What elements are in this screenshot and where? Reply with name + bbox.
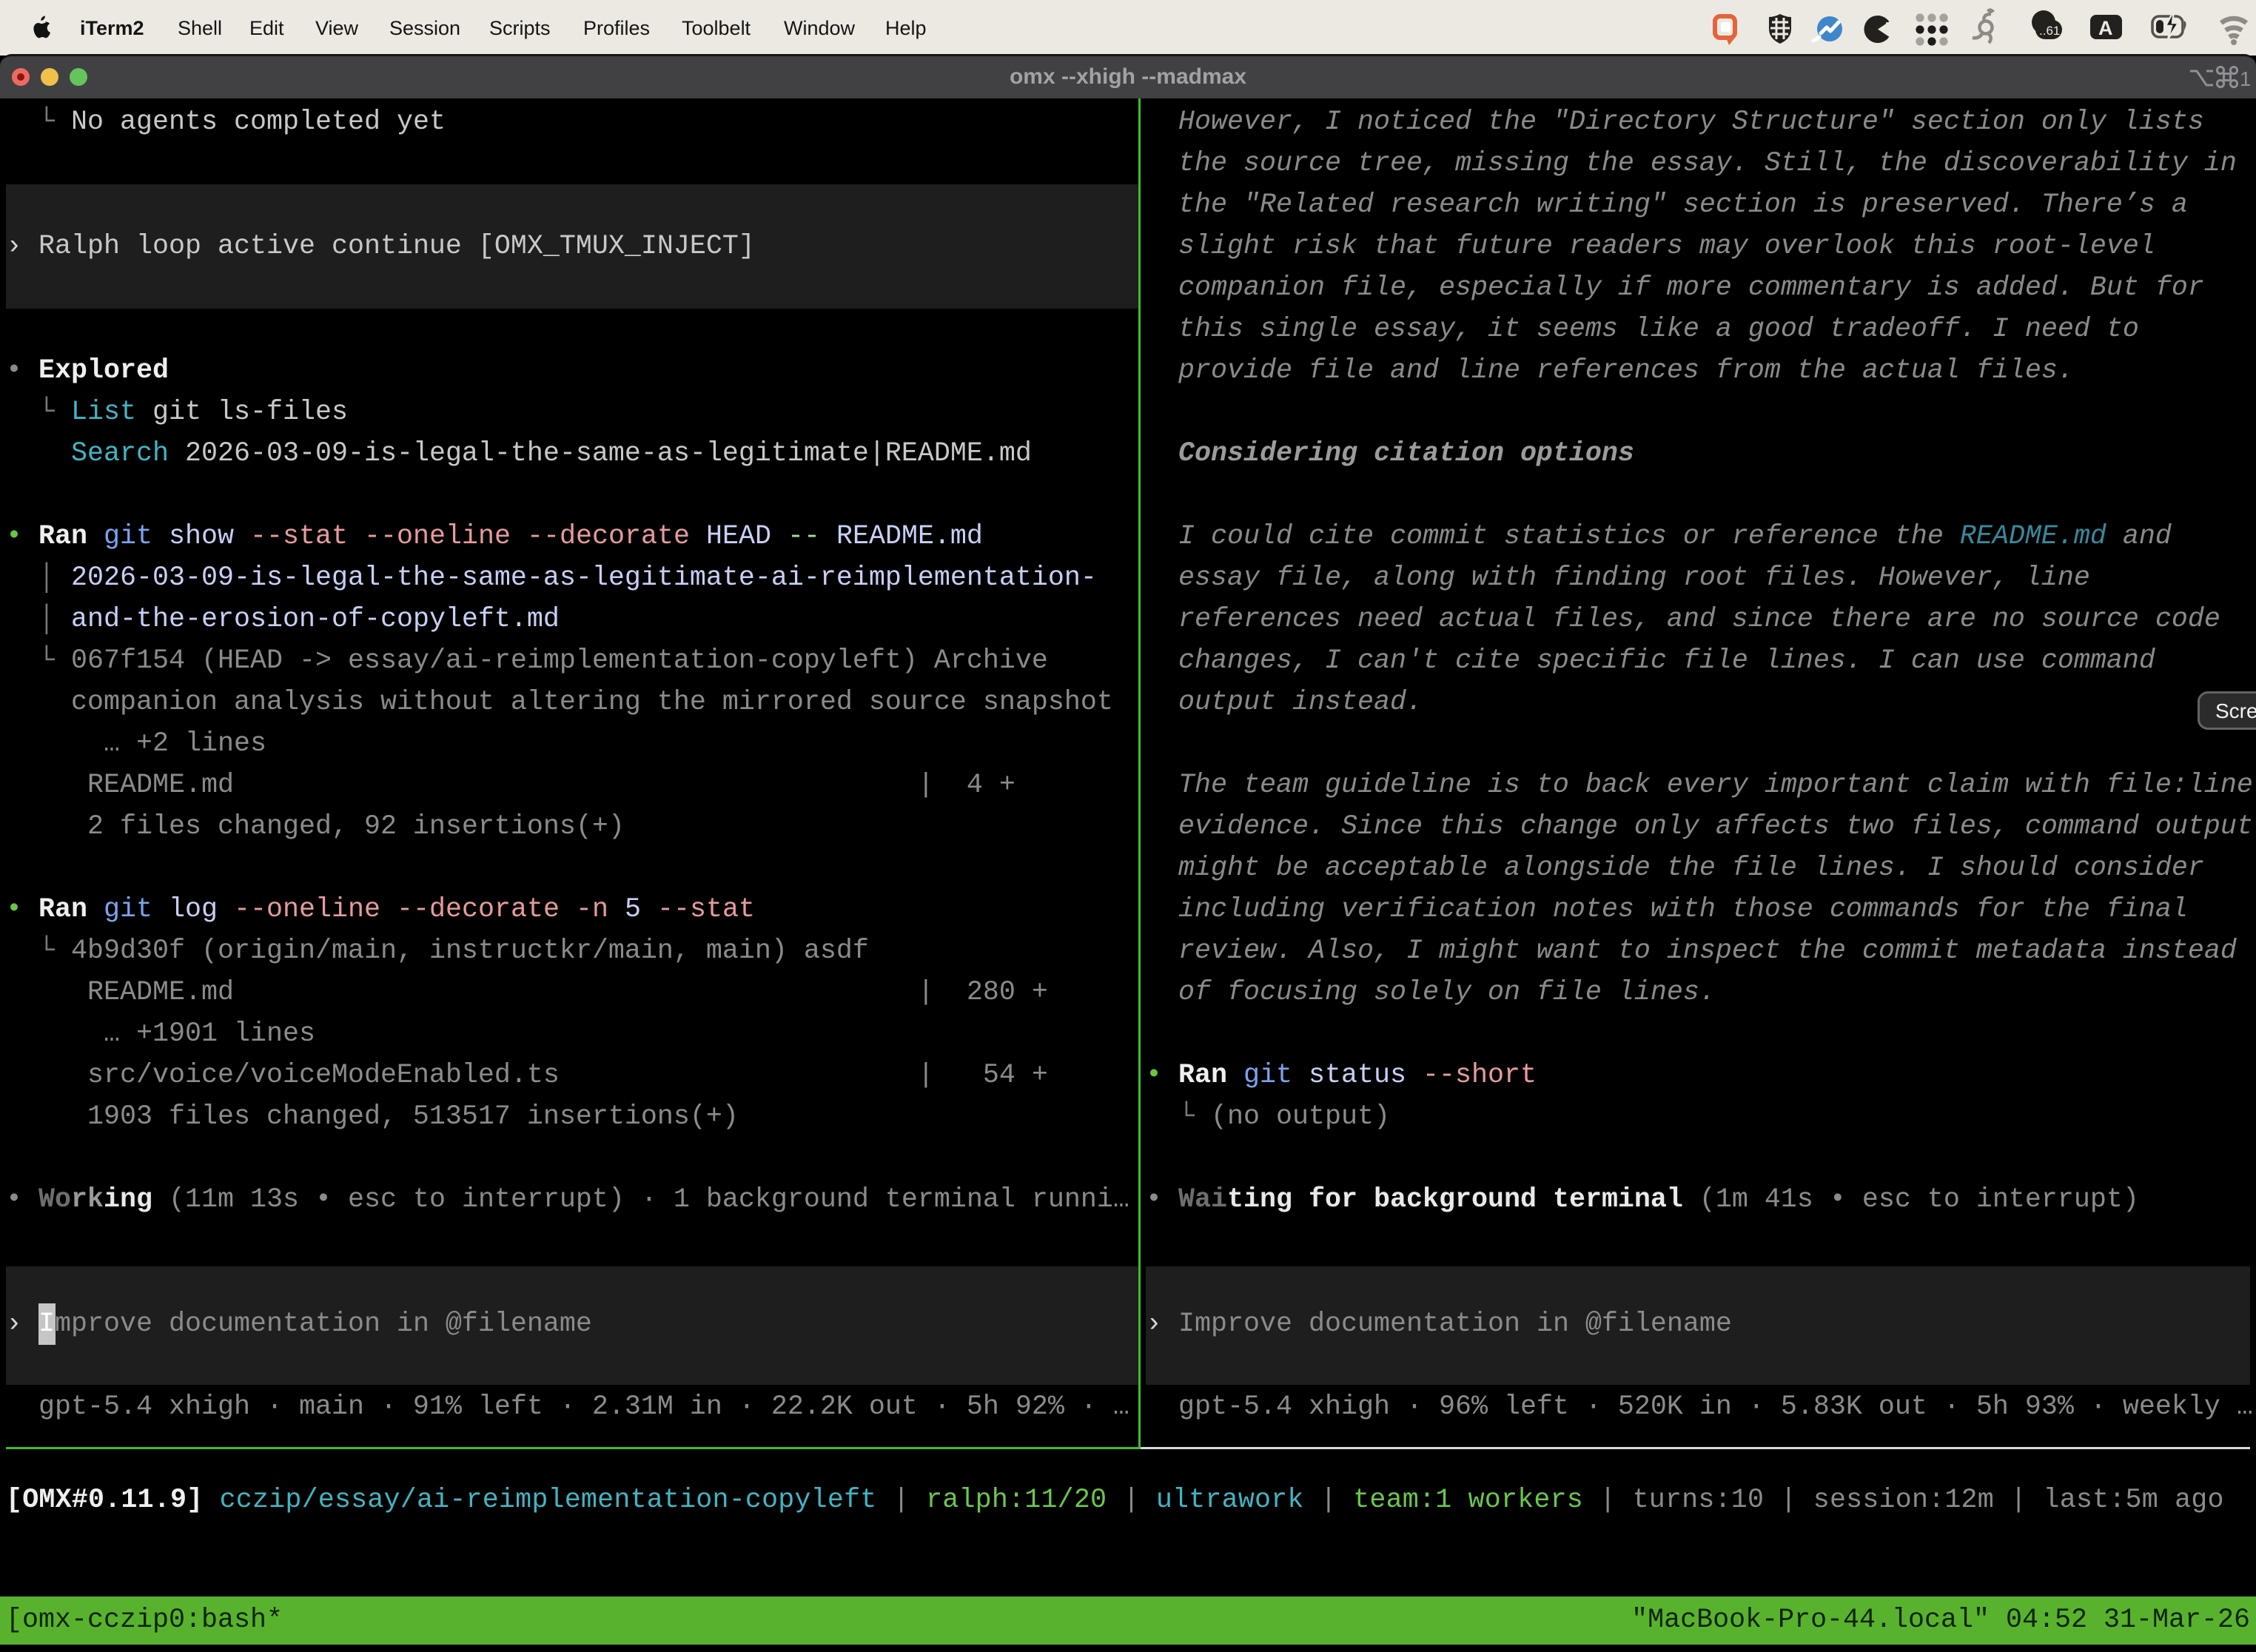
svg-text:A: A — [2098, 17, 2113, 39]
svg-text:1: 1 — [2240, 67, 2250, 90]
svg-text:..61: ..61 — [2039, 24, 2060, 38]
